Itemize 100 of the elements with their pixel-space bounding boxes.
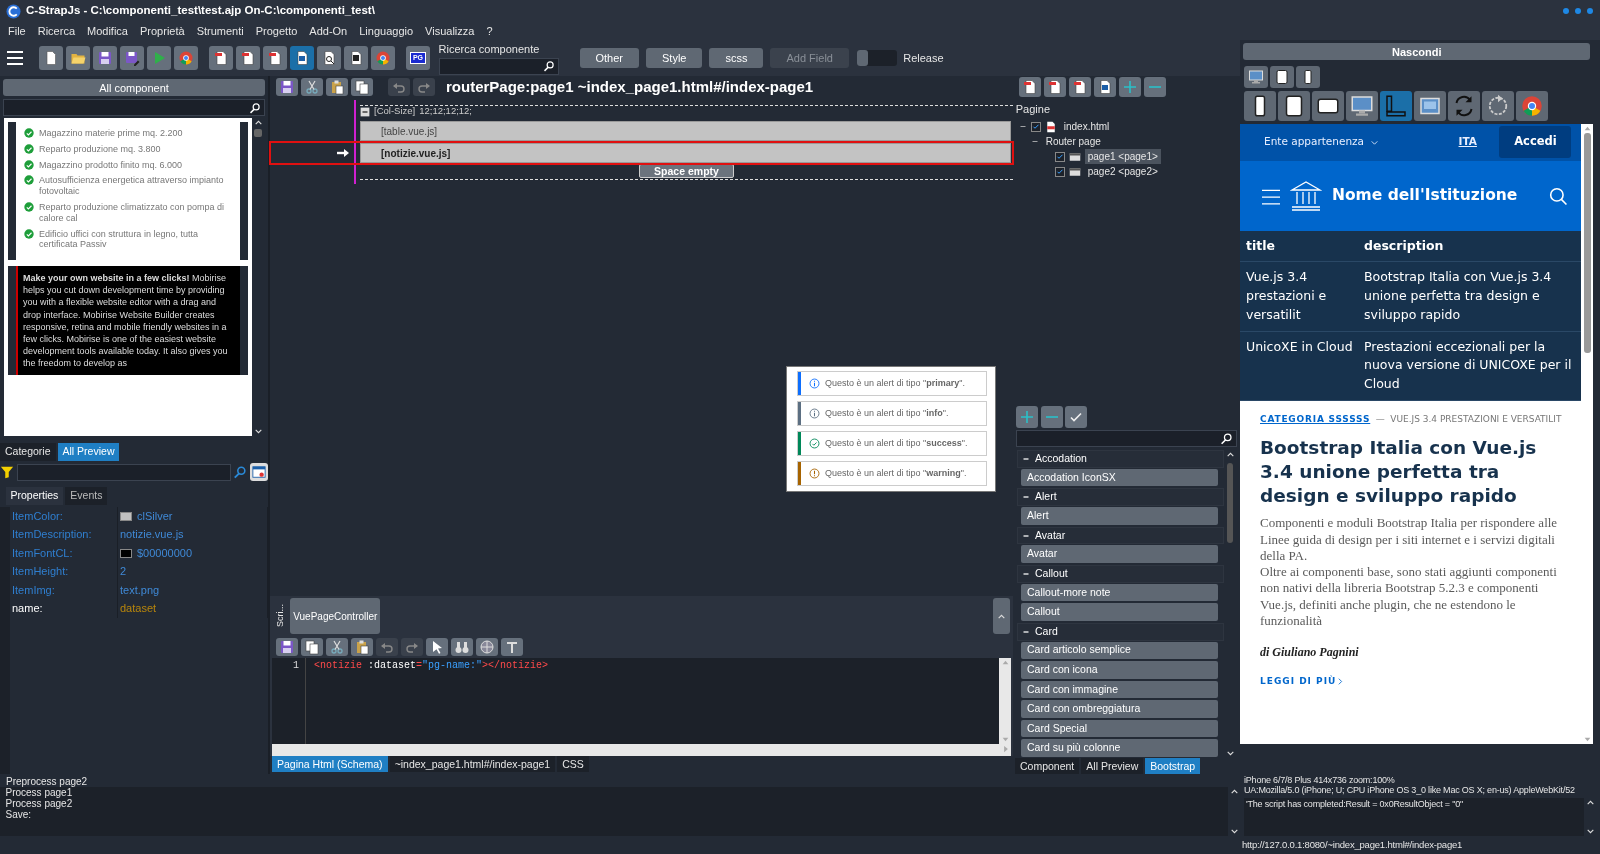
- component-item[interactable]: Accodation IconSX: [1021, 468, 1218, 487]
- toolbar-button[interactable]: [1044, 77, 1066, 97]
- device-button[interactable]: [1312, 90, 1344, 121]
- toolbar-text-button[interactable]: Other: [579, 48, 639, 68]
- property-value[interactable]: notizie.vue.js: [118, 525, 268, 544]
- property-value[interactable]: text.png: [118, 580, 268, 599]
- panel-tab[interactable]: Categorie: [0, 442, 56, 461]
- inspector-tab[interactable]: Properties: [5, 486, 64, 505]
- toolbar-button[interactable]: [326, 78, 348, 96]
- component-item[interactable]: Alert: [1021, 507, 1218, 525]
- menu-item[interactable]: Linguaggio: [353, 22, 420, 40]
- toolbar-button[interactable]: [209, 46, 233, 70]
- hide-button[interactable]: Nascondi: [1243, 43, 1591, 60]
- toolbar-button[interactable]: [276, 78, 298, 96]
- group-header[interactable]: Alert: [1017, 488, 1224, 507]
- checkbox[interactable]: [1055, 166, 1065, 177]
- toolbar-text-button[interactable]: Style: [646, 48, 703, 68]
- device-button[interactable]: [1244, 90, 1276, 121]
- tree-item[interactable]: page1 <page1>: [1019, 149, 1234, 165]
- category-link[interactable]: CATEGORIA SSSSSS: [1260, 412, 1371, 427]
- device-button[interactable]: [1346, 90, 1378, 121]
- menu-item[interactable]: Progetto: [249, 22, 304, 40]
- menu-item[interactable]: Proprietà: [134, 22, 191, 40]
- preview-button[interactable]: [250, 463, 268, 482]
- scrollbar[interactable]: [999, 658, 1011, 744]
- menu-item[interactable]: Strumenti: [190, 22, 250, 40]
- panel-tab[interactable]: Bootstrap: [1145, 758, 1201, 774]
- device-button[interactable]: [1244, 65, 1268, 88]
- device-button[interactable]: [1270, 65, 1294, 88]
- scrollbar[interactable]: [1581, 123, 1594, 744]
- device-button[interactable]: [1296, 65, 1320, 88]
- component-item[interactable]: Callout-more note: [1021, 583, 1218, 602]
- property-value[interactable]: 2: [118, 562, 268, 581]
- toolbar-button[interactable]: [236, 46, 260, 70]
- property-value[interactable]: clSilver: [118, 506, 268, 525]
- group-header[interactable]: Avatar: [1017, 526, 1224, 545]
- menu-item[interactable]: Visualizza: [419, 22, 481, 40]
- scroll-thumb[interactable]: [1583, 132, 1591, 353]
- panel-tab[interactable]: All Preview: [1081, 758, 1144, 774]
- alert-preview-card[interactable]: Questo è un alert di tipo "primary". Questo è un alert di tipo "info". Questo è un alert di tipo "success". Questo è un alert di tipo "warning".: [786, 366, 996, 492]
- component-item[interactable]: Card su più colonne: [1021, 739, 1218, 757]
- toggle-switch[interactable]: [857, 50, 898, 66]
- toolbar-button[interactable]: [93, 46, 117, 70]
- device-button[interactable]: [1516, 90, 1548, 121]
- property-value[interactable]: dataset: [118, 599, 268, 618]
- panel-tab[interactable]: Component: [1015, 758, 1080, 774]
- toolbar-button[interactable]: [426, 638, 448, 656]
- language-link[interactable]: ITA: [1458, 134, 1477, 150]
- device-button[interactable]: [1278, 90, 1310, 121]
- panel-header-button[interactable]: All component: [3, 79, 265, 96]
- editor-tab[interactable]: CSS: [557, 756, 589, 772]
- device-button[interactable]: [1482, 90, 1514, 121]
- component-item[interactable]: Card con ombreggiatura: [1021, 700, 1218, 718]
- component-item[interactable]: Callout: [1021, 603, 1218, 621]
- toolbar-text-button[interactable]: scss: [709, 48, 764, 68]
- editor-tab[interactable]: ~index_page1.html#/index-page1: [389, 756, 556, 772]
- toolbar-button[interactable]: [1019, 77, 1041, 97]
- tree-item[interactable]: index.html: [1019, 119, 1234, 135]
- filter-field[interactable]: [16, 463, 231, 481]
- component-item[interactable]: Card con icona: [1021, 661, 1218, 679]
- menu-item[interactable]: Modifica: [81, 22, 134, 40]
- toolbar-button[interactable]: [1065, 405, 1088, 428]
- scroll-thumb[interactable]: [254, 129, 262, 137]
- component-item[interactable]: Card con immagine: [1021, 680, 1218, 699]
- search-field[interactable]: [1015, 430, 1238, 448]
- checkbox[interactable]: [1055, 151, 1065, 162]
- menu-item[interactable]: ?: [480, 22, 499, 40]
- menu-item[interactable]: Ricerca: [31, 22, 82, 40]
- toolbar-button[interactable]: [263, 46, 287, 70]
- toolbar-button[interactable]: [290, 46, 314, 70]
- toolbar-button[interactable]: [120, 46, 144, 70]
- scroll-thumb[interactable]: [1227, 463, 1233, 543]
- property-value[interactable]: $00000000: [118, 543, 268, 562]
- menu-item[interactable]: Add-On: [303, 22, 354, 40]
- toolbar-button[interactable]: [317, 46, 341, 70]
- toolbar-button[interactable]: [301, 638, 323, 656]
- toolbar-button[interactable]: [39, 46, 63, 70]
- tree-item[interactable]: Router page: [1019, 134, 1234, 150]
- component-item[interactable]: Avatar: [1021, 545, 1218, 563]
- menu-item[interactable]: File: [2, 22, 32, 40]
- checkbox[interactable]: [1031, 121, 1041, 132]
- login-button[interactable]: Accedi: [1499, 126, 1572, 158]
- toolbar-button[interactable]: [351, 78, 373, 96]
- group-header[interactable]: Card: [1017, 622, 1224, 641]
- editor-tab[interactable]: Pagina Html (Schema): [272, 756, 388, 772]
- component-item[interactable]: Card Special: [1021, 719, 1218, 738]
- editor-tab[interactable]: VuePageController: [290, 598, 381, 634]
- toolbar-button[interactable]: [344, 46, 368, 70]
- toolbar-button[interactable]: [276, 638, 298, 656]
- inspector-tab[interactable]: Events: [65, 486, 108, 505]
- search-field[interactable]: [438, 57, 559, 75]
- toolbar-button[interactable]: [1094, 77, 1116, 97]
- toolbar-button[interactable]: [351, 638, 373, 656]
- component-item[interactable]: Card articolo semplice: [1021, 641, 1218, 660]
- panel-tab[interactable]: All Preview: [57, 442, 120, 461]
- read-more-link[interactable]: LEGGI DI PIÙ: [1260, 675, 1337, 689]
- horizontal-scrollbar[interactable]: [272, 744, 1011, 756]
- collapse-button[interactable]: [993, 598, 1011, 634]
- toolbar-button[interactable]: [1069, 77, 1091, 97]
- tree-item[interactable]: page2 <page2>: [1019, 164, 1234, 180]
